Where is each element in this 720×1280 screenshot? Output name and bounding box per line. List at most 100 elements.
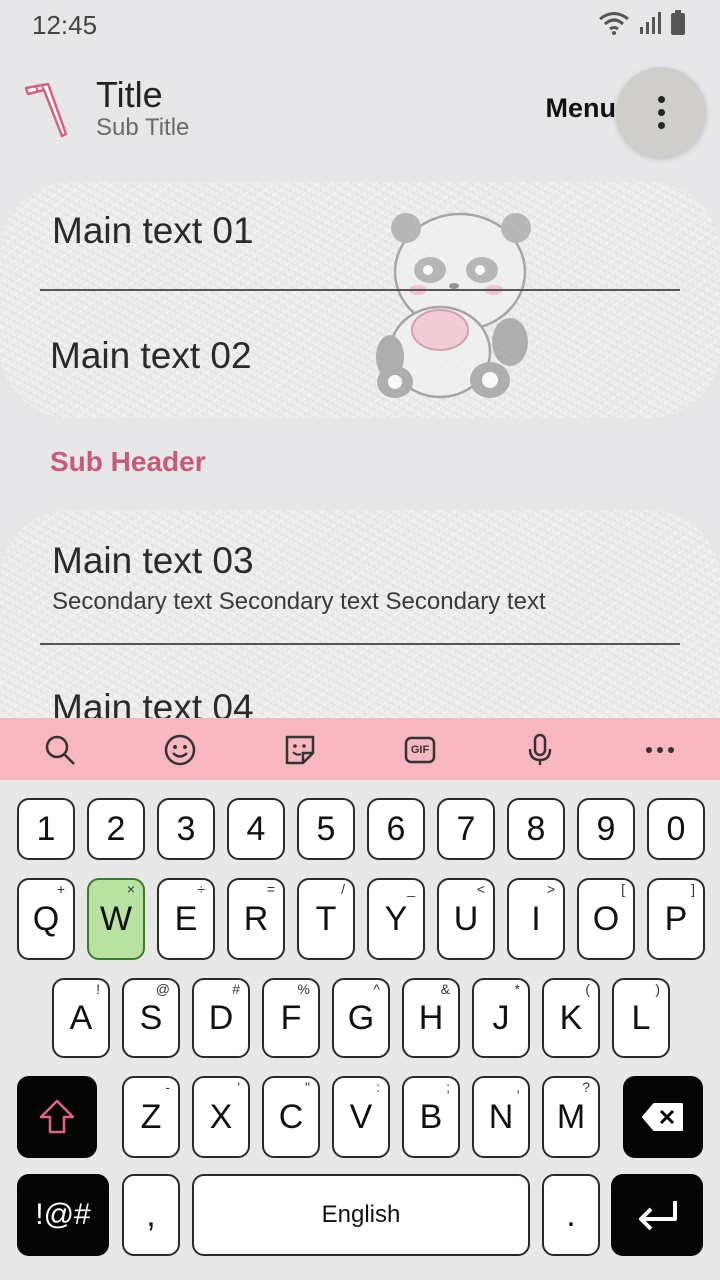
- list-card: Main text 01 Main text 02: [0, 182, 720, 418]
- key-q[interactable]: Q +: [17, 878, 75, 960]
- key-n[interactable]: N,: [472, 1076, 530, 1158]
- key-label: 6: [386, 809, 406, 848]
- key-label: 1: [36, 809, 56, 848]
- key-label: 9: [596, 809, 616, 848]
- key-label: ,: [146, 1195, 156, 1234]
- key-0[interactable]: 0: [647, 798, 705, 860]
- key-y[interactable]: Y _: [367, 878, 425, 960]
- key-9[interactable]: 9: [577, 798, 635, 860]
- key-v[interactable]: V:: [332, 1076, 390, 1158]
- key-comma[interactable]: ,: [122, 1174, 180, 1256]
- divider: [40, 643, 680, 645]
- key-label: V: [349, 1097, 373, 1136]
- key-label: !@#: [35, 1198, 91, 1231]
- backspace-button[interactable]: [623, 1076, 703, 1158]
- key-hint: ×: [126, 881, 135, 897]
- key-i[interactable]: I >: [507, 878, 565, 960]
- key-hint: -: [165, 1079, 170, 1095]
- key-g[interactable]: G ^: [332, 978, 390, 1058]
- more-button[interactable]: [640, 730, 680, 770]
- key-k[interactable]: K(: [542, 978, 600, 1058]
- backspace-icon: [642, 1103, 683, 1131]
- key-hint: ÷: [197, 881, 205, 897]
- search-button[interactable]: [40, 730, 80, 770]
- key-5[interactable]: 5: [297, 798, 355, 860]
- key-a[interactable]: A!: [52, 978, 110, 1058]
- key-2[interactable]: 2: [87, 798, 145, 860]
- key-label: U: [453, 899, 479, 938]
- shift-button[interactable]: [17, 1076, 97, 1158]
- menu-label[interactable]: Menu: [546, 93, 617, 124]
- key-j[interactable]: J *: [472, 978, 530, 1058]
- page-title: Title: [96, 74, 163, 115]
- key-label: O: [592, 899, 620, 938]
- key-label: T: [315, 899, 337, 938]
- list-card: Main text 03 Secondary text Secondary te…: [0, 510, 720, 750]
- key-e[interactable]: E ÷: [157, 878, 215, 960]
- key-label: W: [99, 899, 133, 938]
- key-hint: #: [232, 981, 240, 997]
- key-6[interactable]: 6: [367, 798, 425, 860]
- key-l[interactable]: L): [612, 978, 670, 1058]
- key-4[interactable]: 4: [227, 798, 285, 860]
- key-label: 4: [246, 809, 266, 848]
- key-hint: =: [266, 881, 275, 897]
- space-bar[interactable]: English: [192, 1174, 530, 1256]
- list-item-main-text[interactable]: Main text 03: [52, 540, 254, 582]
- key-w[interactable]: W ×: [87, 878, 145, 960]
- emoji-button[interactable]: [160, 730, 200, 770]
- key-hint: %: [297, 981, 310, 997]
- panda-illustration-icon: [376, 212, 531, 399]
- key-label: B: [419, 1097, 443, 1136]
- key-7[interactable]: 7: [437, 798, 495, 860]
- key-label: H: [418, 998, 444, 1037]
- key-f[interactable]: F%: [262, 978, 320, 1058]
- key-p[interactable]: P]: [647, 878, 705, 960]
- symbols-button[interactable]: !@#: [17, 1174, 109, 1256]
- key-c[interactable]: C ": [262, 1076, 320, 1158]
- key-label: 7: [456, 809, 476, 848]
- key-x[interactable]: X ': [192, 1076, 250, 1158]
- key-8[interactable]: 8: [507, 798, 565, 860]
- key-t[interactable]: T /: [297, 878, 355, 960]
- key-hint: +: [56, 881, 65, 897]
- key-period[interactable]: .: [542, 1174, 600, 1256]
- key-label: Z: [140, 1097, 162, 1136]
- more-vert-icon-dot: [657, 121, 665, 129]
- keyboard: GIF 1 2 3 4 5 6 7 8 9 0 Q + W × E ÷ R = T / Y…: [0, 718, 720, 1280]
- key-b[interactable]: B;: [402, 1076, 460, 1158]
- divider: [40, 289, 680, 291]
- battery-icon: [671, 10, 685, 35]
- key-label: 2: [106, 809, 126, 848]
- key-hint: @: [155, 981, 170, 997]
- key-d[interactable]: D #: [192, 978, 250, 1058]
- key-hint: ': [237, 1079, 240, 1095]
- more-options-button[interactable]: [616, 67, 706, 157]
- gif-button[interactable]: GIF: [400, 730, 440, 770]
- key-label: R: [243, 899, 269, 938]
- list-item-main-text[interactable]: Main text 01: [52, 210, 254, 252]
- gif-label: GIF: [410, 744, 430, 756]
- list-item-secondary-text: Secondary text Secondary text Secondary …: [52, 588, 546, 615]
- key-1[interactable]: 1: [17, 798, 75, 860]
- key-u[interactable]: U <: [437, 878, 495, 960]
- key-label: X: [209, 1097, 233, 1136]
- key-hint: ": [305, 1079, 310, 1095]
- key-3[interactable]: 3: [157, 798, 215, 860]
- sticker-button[interactable]: [280, 730, 320, 770]
- key-label: 5: [316, 809, 336, 848]
- key-label: 8: [526, 809, 546, 848]
- key-label: S: [139, 998, 163, 1037]
- key-hint: *: [514, 981, 520, 997]
- key-m[interactable]: M?: [542, 1076, 600, 1158]
- key-o[interactable]: O[: [577, 878, 635, 960]
- microphone-button[interactable]: [520, 730, 560, 770]
- enter-button[interactable]: [611, 1174, 703, 1256]
- key-s[interactable]: S @: [122, 978, 180, 1058]
- key-r[interactable]: R =: [227, 878, 285, 960]
- key-z[interactable]: Z-: [122, 1076, 180, 1158]
- status-time: 12:45: [32, 10, 98, 40]
- key-label: .: [566, 1195, 576, 1234]
- list-item-main-text[interactable]: Main text 02: [50, 335, 252, 377]
- key-h[interactable]: H &: [402, 978, 460, 1058]
